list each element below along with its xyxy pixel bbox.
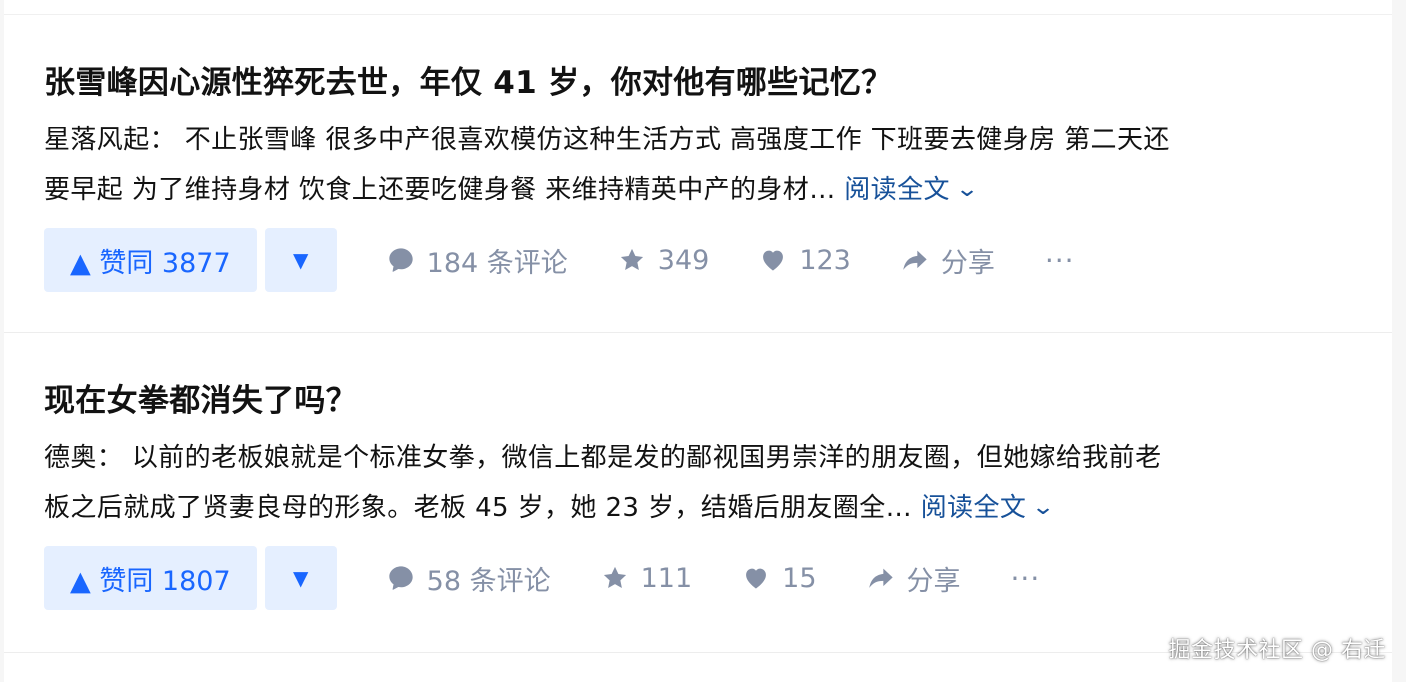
question-title[interactable]: 现在女拳都消失了吗？: [44, 375, 357, 420]
downvote-button[interactable]: ▼: [264, 546, 337, 610]
favorite-button[interactable]: 349: [618, 244, 710, 276]
upvote-label: ▲ 赞同 1807: [70, 565, 231, 597]
question-title[interactable]: 张雪峰因心源性猝死去世，年仅 41 岁，你对他有哪些记忆？: [44, 57, 892, 102]
heart-icon: [746, 568, 767, 589]
star-icon: [603, 566, 626, 589]
more-options-button[interactable]: ···: [1011, 562, 1041, 595]
read-more-label: 阅读全文: [920, 493, 1027, 523]
answer-feed: 张雪峰因心源性猝死去世，年仅 41 岁，你对他有哪些记忆？ 星落风起： 不止张雪…: [4, 0, 1392, 682]
chevron-down-icon: ⌄: [955, 177, 980, 202]
share-label: 分享: [906, 565, 961, 597]
like-button[interactable]: 15: [742, 562, 817, 594]
star-icon: [620, 248, 643, 271]
read-more-button[interactable]: 阅读全文 ⌄: [844, 175, 979, 205]
comments-button[interactable]: 58 条评论: [387, 559, 551, 598]
excerpt-text: 不止张雪峰 很多中产很喜欢模仿这种生活方式 高强度工作 下班要去健身房 第二天还: [184, 125, 1170, 155]
favorites-count: 111: [640, 562, 693, 594]
chevron-down-icon: ⌄: [1031, 495, 1056, 520]
action-bar: ▲ 赞同 1807 ▼ 58 条评论 111 15 分享 ···: [44, 546, 1040, 610]
comments-count: 184 条评论: [426, 247, 568, 279]
comments-button[interactable]: 184 条评论: [387, 241, 568, 280]
upvote-button[interactable]: ▲ 赞同 1807: [44, 546, 257, 610]
share-button[interactable]: 分享: [901, 241, 995, 280]
read-more-label: 阅读全文: [844, 175, 950, 205]
excerpt-line: 要早起 为了维持身材 饮食上还要吃健身餐 来维持精英中产的身材… 阅读全文 ⌄: [44, 165, 1344, 217]
heart-icon: [763, 250, 784, 271]
share-label: 分享: [940, 247, 995, 279]
like-button[interactable]: 123: [759, 245, 851, 276]
more-icon: ···: [1010, 561, 1041, 595]
excerpt-text: 板之后就成了贤妻良母的形象。老板 45 岁，她 23 岁，结婚后朋友圈全…: [44, 493, 913, 523]
excerpt-line: 星落风起： 不止张雪峰 很多中产很喜欢模仿这种生活方式 高强度工作 下班要去健身…: [44, 115, 1344, 165]
author-name[interactable]: 星落风起：: [44, 125, 176, 155]
read-more-button[interactable]: 阅读全文 ⌄: [920, 493, 1056, 523]
downvote-button[interactable]: ▼: [264, 228, 337, 292]
upvote-label: ▲ 赞同 3877: [70, 247, 231, 279]
comments-count: 58 条评论: [426, 565, 551, 597]
comment-icon: [388, 566, 413, 590]
favorites-count: 349: [657, 244, 710, 276]
downvote-icon: ▼: [292, 566, 309, 590]
favorite-button[interactable]: 111: [601, 562, 693, 594]
excerpt-text: 以前的老板娘就是个标准女拳，微信上都是发的鄙视国男崇洋的朋友圈，但她嫁给我前老: [131, 443, 1162, 473]
answer-card: 现在女拳都消失了吗？ 德奥： 以前的老板娘就是个标准女拳，微信上都是发的鄙视国男…: [4, 333, 1392, 653]
share-icon: [868, 568, 893, 588]
comment-icon: [388, 248, 413, 272]
author-name[interactable]: 德奥：: [44, 443, 123, 473]
action-bar: ▲ 赞同 3877 ▼ 184 条评论 349 123 分享 ···: [44, 228, 1075, 292]
downvote-icon: ▼: [292, 248, 309, 272]
more-icon: ···: [1044, 243, 1075, 277]
excerpt-line: 德奥： 以前的老板娘就是个标准女拳，微信上都是发的鄙视国男崇洋的朋友圈，但她嫁给…: [44, 433, 1344, 483]
share-icon: [903, 250, 927, 270]
answer-card: 张雪峰因心源性猝死去世，年仅 41 岁，你对他有哪些记忆？ 星落风起： 不止张雪…: [4, 15, 1392, 333]
likes-count: 15: [782, 562, 817, 594]
excerpt-line: 板之后就成了贤妻良母的形象。老板 45 岁，她 23 岁，结婚后朋友圈全… 阅读…: [44, 483, 1344, 535]
likes-count: 123: [799, 244, 851, 276]
answer-excerpt[interactable]: 星落风起： 不止张雪峰 很多中产很喜欢模仿这种生活方式 高强度工作 下班要去健身…: [44, 115, 1344, 217]
excerpt-text: 要早起 为了维持身材 饮食上还要吃健身餐 来维持精英中产的身材…: [44, 175, 836, 205]
answer-excerpt[interactable]: 德奥： 以前的老板娘就是个标准女拳，微信上都是发的鄙视国男崇洋的朋友圈，但她嫁给…: [44, 433, 1344, 535]
share-button[interactable]: 分享: [867, 559, 961, 598]
upvote-button[interactable]: ▲ 赞同 3877: [44, 228, 257, 292]
watermark: 掘金技术社区 @ 右迁: [1168, 638, 1386, 663]
more-options-button[interactable]: ···: [1045, 244, 1075, 277]
